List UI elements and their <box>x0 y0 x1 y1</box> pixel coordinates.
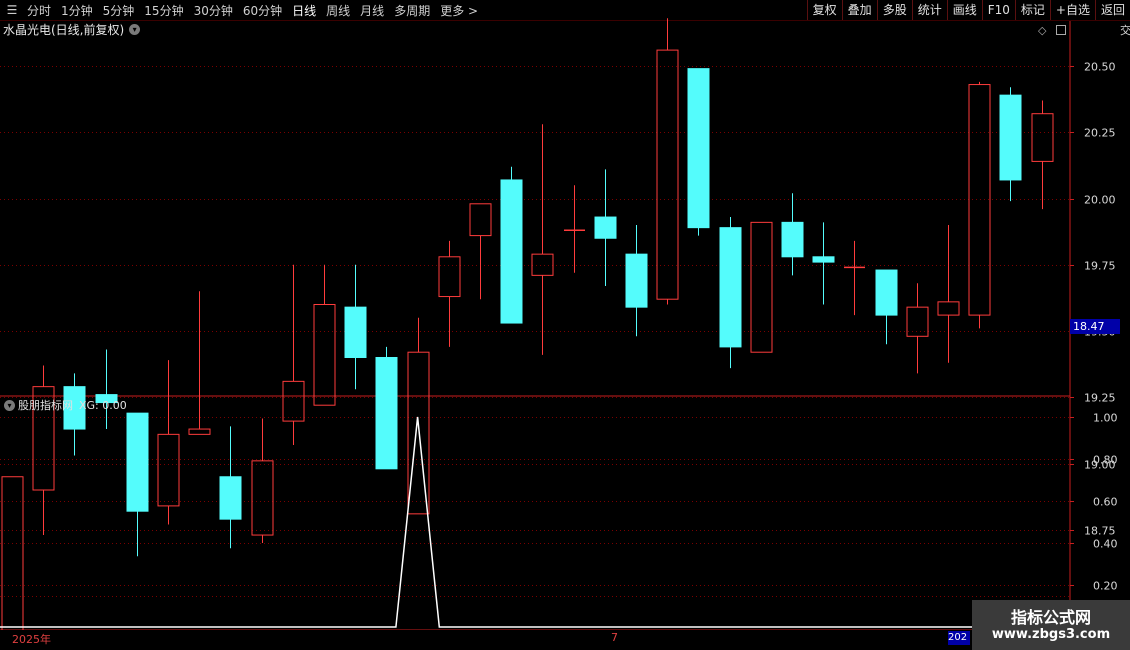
xg-indicator-line <box>0 416 1070 628</box>
price-tick-label: 20.00 <box>1084 194 1116 207</box>
candle-body <box>625 253 648 308</box>
candle-body <box>812 256 835 263</box>
indicator-name: 股朋指标网 <box>18 399 73 412</box>
date-axis: 2025年 7 <box>0 630 975 650</box>
date-mid: 7 <box>611 631 618 644</box>
date-start: 2025年 <box>12 633 51 646</box>
price-tick-label: 19.75 <box>1084 260 1116 273</box>
watermark: 指标公式网 www.zbgs3.com <box>972 600 1130 650</box>
current-price-tag: 18.47 <box>1070 319 1120 334</box>
candle-body <box>469 203 492 237</box>
candle-body <box>594 216 617 239</box>
candle-body <box>750 221 773 353</box>
candle-body <box>126 412 149 512</box>
indicator-tick-label: 0.40 <box>1093 538 1118 551</box>
candle-body <box>375 357 398 470</box>
right-side-panel: 交 <box>1120 21 1130 631</box>
indicator-tick-label: 0.60 <box>1093 496 1118 509</box>
candle-body <box>719 227 742 348</box>
kline-chart[interactable]: 20.5020.2520.0019.7519.5019.2519.0018.75… <box>0 0 1130 650</box>
candle-body <box>251 460 274 536</box>
price-tick-label: 20.50 <box>1084 61 1116 74</box>
candle-body <box>656 49 679 300</box>
indicator-tick-label: 1.00 <box>1093 412 1118 425</box>
right-panel-text: 交 <box>1120 24 1130 37</box>
candle-body <box>937 301 960 316</box>
candle-body <box>313 304 336 406</box>
price-tick-label: 20.25 <box>1084 127 1116 140</box>
candle-body <box>157 433 180 507</box>
candle-body <box>1 476 24 650</box>
indicator-tick-label: 0.20 <box>1093 580 1118 593</box>
candle-body <box>219 476 242 520</box>
candle-body <box>781 221 804 258</box>
candle-body <box>282 380 305 422</box>
candle-body <box>500 179 523 324</box>
price-tick-label: 19.25 <box>1084 392 1116 405</box>
indicator-header: ▾ 股朋指标网 XG: 0.00 <box>0 398 127 412</box>
indicator-toggle-icon[interactable]: ▾ <box>4 399 15 411</box>
price-tick-label: 18.75 <box>1084 525 1116 538</box>
candle-body <box>1031 113 1054 162</box>
indicator-value: XG: 0.00 <box>79 398 127 412</box>
candle-body <box>344 306 367 358</box>
indicator-tick-label: 0.80 <box>1093 454 1118 467</box>
watermark-url: www.zbgs3.com <box>991 627 1111 642</box>
candle-body <box>687 68 710 229</box>
watermark-title: 指标公式网 <box>1010 608 1091 627</box>
date-end-box: 202 <box>948 631 970 645</box>
candle-body <box>875 269 898 316</box>
candle-body <box>188 428 211 435</box>
candle-body <box>438 256 461 298</box>
candle-body <box>999 94 1022 181</box>
candle-body <box>531 253 554 276</box>
